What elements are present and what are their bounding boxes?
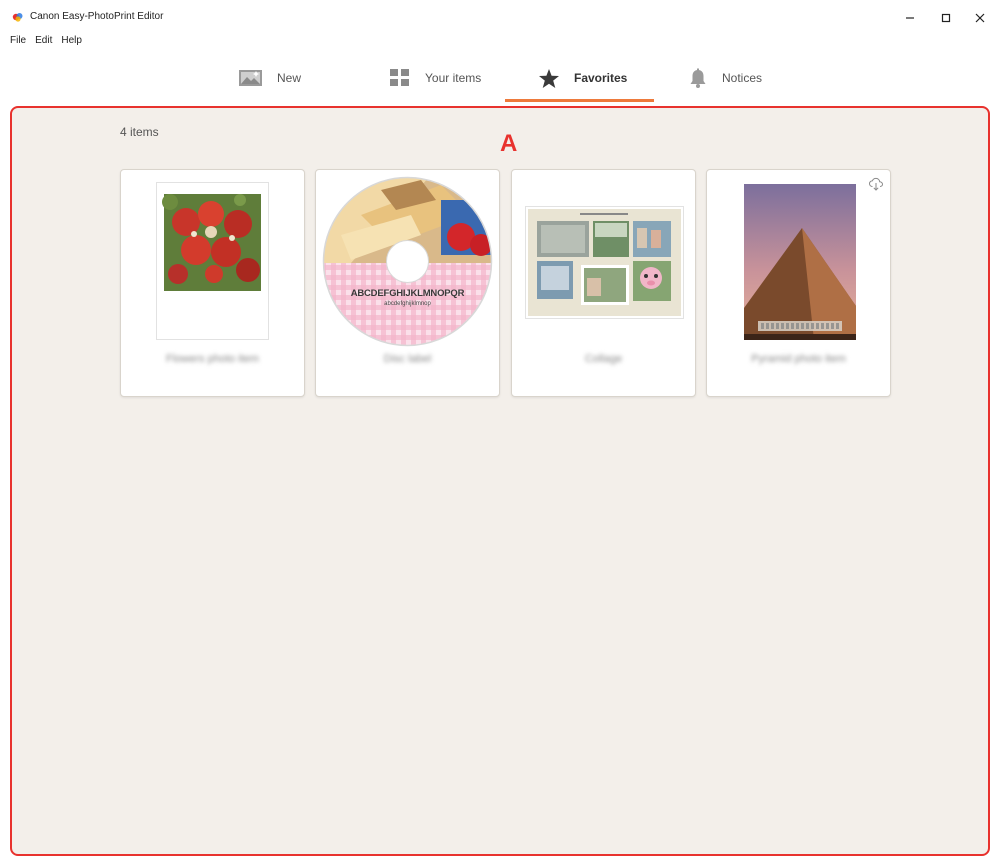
tab-new-label: New: [277, 71, 302, 85]
tab-your-items[interactable]: Your items: [389, 56, 481, 100]
disc-label-thumbnail: [322, 176, 493, 347]
favorites-panel: 4 items A Flowers photo item ABCDEFGHIJK…: [10, 106, 990, 856]
disc-title-text: ABCDEFGHIJKLMNOPQR: [350, 288, 465, 299]
minimize-icon: [906, 17, 914, 19]
item-name: Pyramid photo item: [751, 353, 846, 365]
minimize-button[interactable]: [896, 7, 924, 29]
disc-subtitle-text: abcdefghijklmnop: [384, 301, 431, 307]
area-marker: A: [500, 130, 518, 157]
bell-icon: [690, 68, 706, 88]
tab-new[interactable]: New: [238, 56, 301, 100]
flower-bouquet-thumbnail: [156, 182, 269, 340]
maximize-icon: [941, 13, 951, 23]
photo-collage-thumbnail: [525, 206, 684, 319]
grid-icon: [390, 69, 409, 86]
tab-notices[interactable]: Notices: [688, 56, 762, 100]
favorite-item-card[interactable]: ABCDEFGHIJKLMNOPQR abcdefghijklmnop Disc…: [315, 169, 500, 397]
item-count: 4 items: [120, 125, 159, 139]
favorite-item-card[interactable]: Pyramid photo item: [706, 169, 891, 397]
close-icon: [975, 13, 985, 23]
star-icon: [539, 68, 559, 88]
tab-favorites-label: Favorites: [574, 71, 628, 85]
menu-file[interactable]: File: [10, 35, 26, 46]
navigation-tabs: New Your items Favorites Notices: [0, 56, 995, 102]
menu-bar: File Edit Help: [10, 35, 82, 46]
item-name: Disc label: [383, 353, 432, 365]
tab-favorites[interactable]: Favorites: [538, 56, 627, 100]
menu-edit[interactable]: Edit: [35, 35, 52, 46]
tab-your-items-label: Your items: [425, 71, 482, 85]
tab-notices-label: Notices: [722, 71, 763, 85]
favorite-item-card[interactable]: Flowers photo item: [120, 169, 305, 397]
title-bar: Canon Easy-PhotoPrint Editor: [0, 0, 995, 34]
menu-help[interactable]: Help: [61, 35, 82, 46]
item-name: Flowers photo item: [166, 353, 259, 365]
cloud-download-icon[interactable]: [868, 176, 884, 192]
app-title: Canon Easy-PhotoPrint Editor: [30, 11, 164, 22]
item-name: Collage: [584, 353, 623, 365]
app-logo-icon: [12, 13, 23, 22]
maximize-button[interactable]: [932, 7, 960, 29]
pyramid-photo-thumbnail: [744, 184, 856, 340]
active-tab-indicator: [505, 99, 654, 102]
new-photo-icon: [239, 70, 262, 86]
favorite-item-card[interactable]: Collage: [511, 169, 696, 397]
close-button[interactable]: [966, 7, 994, 29]
